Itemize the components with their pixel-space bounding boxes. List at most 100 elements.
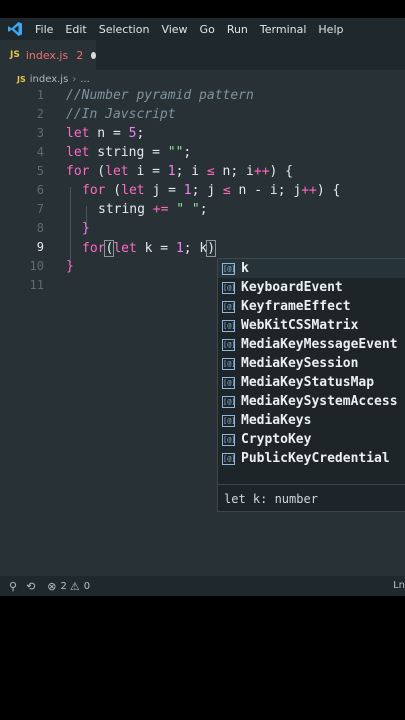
- live-share-icon[interactable]: ⟲: [26, 580, 35, 593]
- remote-icon[interactable]: ⚲: [9, 580, 17, 593]
- variable-icon: [@]: [222, 300, 236, 313]
- chevron-right-icon: ›: [72, 73, 77, 85]
- warning-icon[interactable]: ⚠: [70, 580, 80, 593]
- suggestion-item[interactable]: [@] MediaKeys: [218, 411, 405, 430]
- suggestion-item[interactable]: [@] CryptoKey: [218, 430, 405, 449]
- menu-run[interactable]: Run: [227, 23, 248, 36]
- code-operator: ≤: [206, 164, 215, 179]
- suggestion-item[interactable]: [@] MediaKeySystemAccess: [218, 392, 405, 411]
- breadcrumb: JS index.js › ...: [0, 70, 405, 88]
- line-number: 8: [36, 221, 44, 235]
- menu-edit[interactable]: Edit: [65, 23, 86, 36]
- variable-icon: [@]: [222, 319, 236, 332]
- code-text: n =: [89, 126, 129, 141]
- line-number: 10: [29, 259, 44, 273]
- code-comment: //Number pyramid pattern: [66, 88, 254, 103]
- variable-icon: [@]: [222, 262, 236, 275]
- suggestion-item[interactable]: [@] MediaKeyMessageEvent: [218, 335, 405, 354]
- code-string: "": [167, 145, 184, 160]
- code-text: (: [105, 183, 122, 198]
- suggestion-item[interactable]: [@] MediaKeySession: [218, 354, 405, 373]
- code-text: ; j: [191, 183, 223, 198]
- code-brace: }: [66, 259, 74, 274]
- tab-index-js[interactable]: JS index.js 2: [0, 40, 96, 70]
- code-keyword: let: [113, 241, 137, 256]
- line-number: 1: [36, 88, 44, 102]
- suggestion-label: MediaKeyMessageEvent: [241, 337, 398, 352]
- variable-icon: [@]: [222, 395, 236, 408]
- code-line-3: let n = 5;: [66, 126, 144, 141]
- menu-terminal[interactable]: Terminal: [260, 23, 307, 36]
- code-comment: //In Javscript: [66, 107, 176, 122]
- code-text: i =: [128, 164, 168, 179]
- code-line-6: for (let j = 1; j ≤ n - i; j++) {: [82, 183, 340, 198]
- menu-view[interactable]: View: [161, 23, 187, 36]
- suggestion-label: KeyframeEffect: [241, 299, 351, 314]
- code-text: ; k: [183, 241, 208, 256]
- error-count[interactable]: 2: [61, 581, 67, 592]
- code-operator: ++: [253, 164, 270, 179]
- vscode-logo-icon[interactable]: [7, 21, 23, 37]
- suggestion-item[interactable]: [@] WebKitCSSMatrix: [218, 316, 405, 335]
- code-line-2: //In Javscript: [66, 107, 176, 122]
- tab-bar: JS index.js 2: [0, 40, 405, 70]
- line-number: 2: [36, 107, 44, 121]
- cursor-position[interactable]: Ln: [393, 580, 405, 591]
- code-keyword: let: [121, 183, 145, 198]
- code-text: ) {: [316, 183, 341, 198]
- code-text: n - i; j: [230, 183, 302, 198]
- code-text: ; i: [175, 164, 207, 179]
- line-number: 7: [36, 202, 44, 216]
- suggestion-item[interactable]: [@] k: [218, 259, 405, 278]
- suggestion-label: WebKitCSSMatrix: [241, 318, 359, 333]
- suggestion-item[interactable]: [@] PublicKeyCredential: [218, 449, 405, 468]
- line-number: 11: [29, 278, 44, 292]
- code-keyword: let: [66, 145, 90, 160]
- error-icon[interactable]: ⊗: [47, 580, 56, 593]
- line-number: 3: [36, 126, 44, 140]
- code-text: string: [98, 202, 153, 217]
- variable-icon: [@]: [222, 414, 236, 427]
- indent-guide: [70, 187, 71, 263]
- code-number: 1: [175, 241, 184, 256]
- breadcrumb-file[interactable]: index.js: [30, 74, 69, 85]
- code-text: n; i: [214, 164, 254, 179]
- tab-filename: index.js: [25, 48, 69, 62]
- variable-icon: [@]: [222, 376, 236, 389]
- suggestion-label: k: [241, 261, 249, 276]
- suggestion-item[interactable]: [@] MediaKeyStatusMap: [218, 373, 405, 392]
- code-text: ;: [136, 126, 145, 141]
- code-line-10: }: [66, 259, 74, 274]
- menu-selection[interactable]: Selection: [99, 23, 150, 36]
- code-text: j =: [144, 183, 184, 198]
- javascript-file-icon: JS: [17, 74, 26, 84]
- suggestion-detail-text: let k: number: [224, 491, 318, 506]
- code-text: string =: [89, 145, 168, 160]
- menu-file[interactable]: File: [35, 23, 53, 36]
- code-line-8: }: [82, 221, 90, 236]
- code-keyword: let: [66, 126, 90, 141]
- code-text: (: [89, 164, 106, 179]
- suggestion-label: MediaKeys: [241, 413, 312, 428]
- code-keyword: for: [82, 241, 106, 256]
- code-line-7: string += " ";: [98, 202, 208, 217]
- line-number: 5: [36, 164, 44, 178]
- suggestion-label: MediaKeySession: [241, 356, 359, 371]
- variable-icon: [@]: [222, 433, 236, 446]
- menu-go[interactable]: Go: [200, 23, 215, 36]
- variable-icon: [@]: [222, 452, 236, 465]
- suggestion-label: CryptoKey: [241, 432, 312, 447]
- code-keyword: for: [82, 183, 106, 198]
- vscode-window: File Edit Selection View Go Run Terminal…: [0, 18, 405, 596]
- autocomplete-suggestions[interactable]: [@] k [@] KeyboardEvent [@] KeyframeEffect …: [217, 258, 405, 512]
- code-line-4: let string = "";: [66, 145, 191, 160]
- suggestion-item[interactable]: [@] KeyboardEvent: [218, 278, 405, 297]
- suggestion-item[interactable]: [@] KeyframeEffect: [218, 297, 405, 316]
- menu-help[interactable]: Help: [318, 23, 343, 36]
- warning-count[interactable]: 0: [84, 581, 90, 592]
- code-line-9: for(let k = 1; k): [82, 240, 217, 257]
- breadcrumb-symbol[interactable]: ...: [80, 74, 90, 85]
- unsaved-dot-icon[interactable]: [91, 51, 96, 59]
- code-number: 1: [167, 164, 176, 179]
- code-operator: +=: [152, 202, 169, 217]
